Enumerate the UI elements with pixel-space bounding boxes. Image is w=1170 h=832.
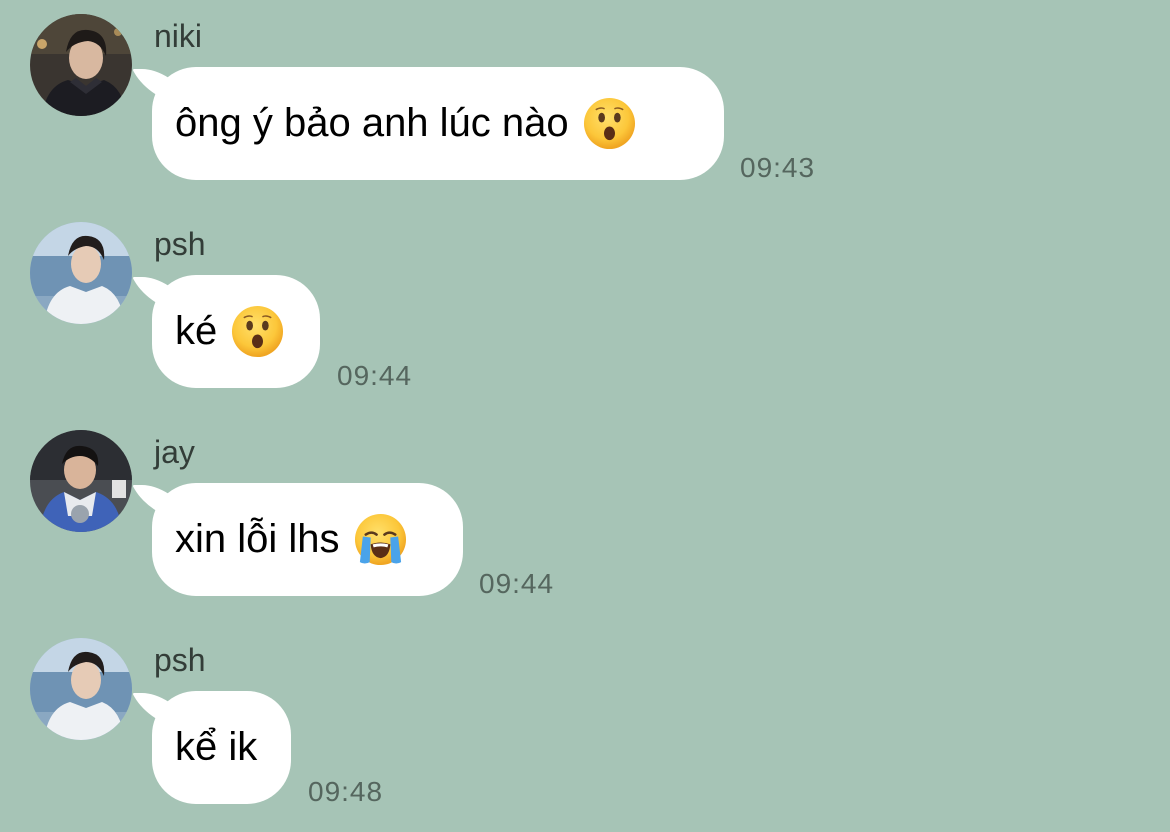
sender-name: niki (154, 18, 203, 54)
message-row: psh kể ik 09:48 (0, 624, 1170, 832)
avatar-niki[interactable] (30, 14, 132, 116)
hushed-face-icon (232, 305, 284, 358)
message-bubble[interactable]: ông ý bảo anh lúc nào (152, 67, 724, 180)
sender-name: psh (154, 642, 206, 678)
message-time: 09:43 (740, 152, 816, 183)
avatar-jay[interactable] (30, 430, 132, 532)
hushed-face-icon (583, 97, 635, 150)
sender-name: psh (154, 226, 206, 262)
message-text: ông ý bảo anh lúc nào (175, 101, 569, 145)
message-time: 09:44 (479, 568, 555, 599)
message-bubble[interactable]: kể ik (152, 691, 291, 804)
message-row: niki ông ý bảo anh lúc nào 09:43 (0, 0, 1170, 208)
message-time: 09:44 (337, 360, 413, 391)
message-row: jay xin lỗi lhs 09:44 (0, 416, 1170, 624)
loudly-crying-face-icon (354, 513, 406, 566)
message-text: ké (175, 309, 218, 353)
avatar-psh[interactable] (30, 222, 132, 324)
message-row: psh ké 09:44 (0, 208, 1170, 416)
sender-name: jay (154, 434, 195, 470)
message-bubble[interactable]: ké (152, 275, 320, 388)
message-time: 09:48 (308, 776, 384, 807)
avatar-psh[interactable] (30, 638, 132, 740)
message-text: xin lỗi lhs (175, 517, 340, 561)
message-bubble[interactable]: xin lỗi lhs (152, 483, 463, 596)
message-text: kể ik (175, 725, 258, 769)
